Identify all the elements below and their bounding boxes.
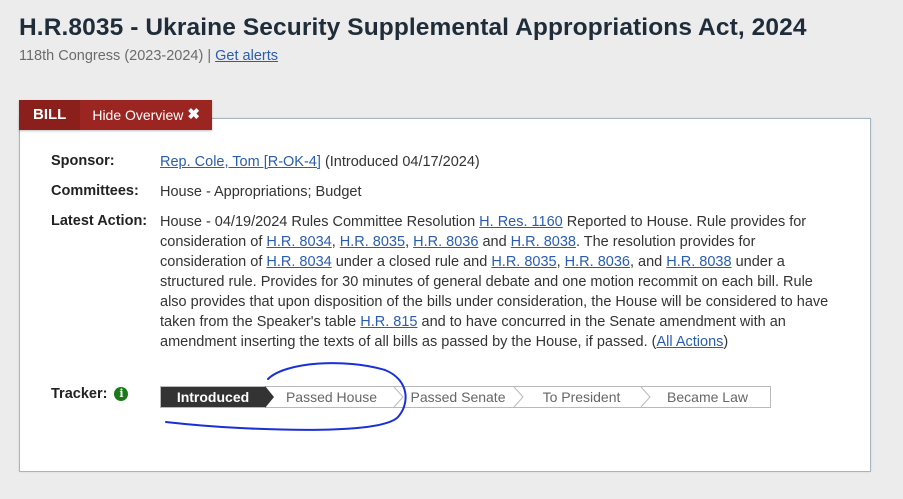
- tab-bill[interactable]: BILL: [19, 100, 81, 130]
- latest-action-segment: and: [478, 234, 511, 250]
- latest-action-label: Latest Action:: [51, 213, 148, 229]
- latest-action-segment: ,: [405, 234, 414, 250]
- chevron-right-icon: [393, 387, 404, 407]
- hr-815-link[interactable]: H.R. 815: [360, 314, 417, 330]
- tracker-step-passed-senate: Passed Senate: [398, 387, 524, 407]
- tracker-step-label: Became Law: [667, 389, 748, 405]
- chevron-right-icon: [640, 387, 651, 407]
- bill-tracker: Introduced Passed House Passed Senate To…: [160, 386, 771, 408]
- overview-panel: Sponsor: Rep. Cole, Tom [R-OK-4] (Introd…: [19, 118, 871, 472]
- tracker-step-to-president: To President: [518, 387, 651, 407]
- get-alerts-link[interactable]: Get alerts: [215, 48, 278, 64]
- tracker-step-label: Passed Senate: [410, 389, 506, 405]
- page-title: H.R.8035 - Ukraine Security Supplemental…: [19, 14, 807, 41]
- tracker-step-label: Introduced: [176, 389, 250, 405]
- close-icon: ✖: [187, 106, 200, 123]
- tracker-step-label: Passed House: [285, 389, 378, 405]
- hr-8034-link[interactable]: H.R. 8034: [266, 254, 331, 270]
- committees-label: Committees:: [51, 183, 139, 199]
- tracker-label-wrap: Tracker: i: [51, 386, 129, 402]
- hr-8038-link[interactable]: H.R. 8038: [666, 254, 731, 270]
- latest-action-segment: ,: [556, 254, 565, 270]
- tracker-step-label: To President: [542, 389, 621, 405]
- tracker-arrow-icon: [265, 386, 274, 408]
- tracker-step-passed-house: Passed House: [265, 387, 404, 407]
- sponsor-link[interactable]: Rep. Cole, Tom [R-OK-4]: [160, 154, 321, 170]
- latest-action-text: House - 04/19/2024 Rules Committee Resol…: [160, 212, 840, 352]
- hr-8035-link[interactable]: H.R. 8035: [491, 254, 556, 270]
- hr-8034-link[interactable]: H.R. 8034: [266, 234, 331, 250]
- all-actions-link[interactable]: All Actions: [656, 334, 723, 350]
- sponsor-value: Rep. Cole, Tom [R-OK-4] (Introduced 04/1…: [160, 152, 840, 172]
- sponsor-label: Sponsor:: [51, 153, 115, 169]
- tracker-label: Tracker:: [51, 386, 108, 402]
- info-icon[interactable]: i: [114, 386, 129, 401]
- overview-tabbar: BILL Hide Overview ✖: [19, 100, 212, 130]
- hr-8036-link[interactable]: H.R. 8036: [565, 254, 630, 270]
- latest-action-segment: , and: [629, 254, 667, 270]
- hr-8036-link[interactable]: H.R. 8036: [413, 234, 478, 250]
- tracker-step-became-law: Became Law: [645, 387, 770, 407]
- latest-action-segment: ): [723, 334, 729, 350]
- chevron-right-icon: [513, 387, 524, 407]
- sponsor-introduced: (Introduced 04/17/2024): [324, 154, 480, 170]
- hide-overview-button[interactable]: Hide Overview ✖: [80, 100, 212, 130]
- latest-action-segment: ,: [331, 234, 340, 250]
- congress-label: 118th Congress (2023-2024) |: [19, 48, 212, 64]
- hres-1160-link[interactable]: H. Res. 1160: [479, 214, 563, 230]
- latest-action-segment: House - 04/19/2024 Rules Committee Resol…: [160, 214, 480, 230]
- hr-8038-link[interactable]: H.R. 8038: [511, 234, 576, 250]
- hr-8035-link[interactable]: H.R. 8035: [340, 234, 405, 250]
- tracker-step-introduced: Introduced: [161, 386, 274, 408]
- latest-action-segment: under a closed rule and: [331, 254, 492, 270]
- committees-value: House - Appropriations; Budget: [160, 184, 362, 200]
- congress-line: 118th Congress (2023-2024) | Get alerts: [19, 48, 278, 64]
- hide-overview-label: Hide Overview: [92, 107, 184, 123]
